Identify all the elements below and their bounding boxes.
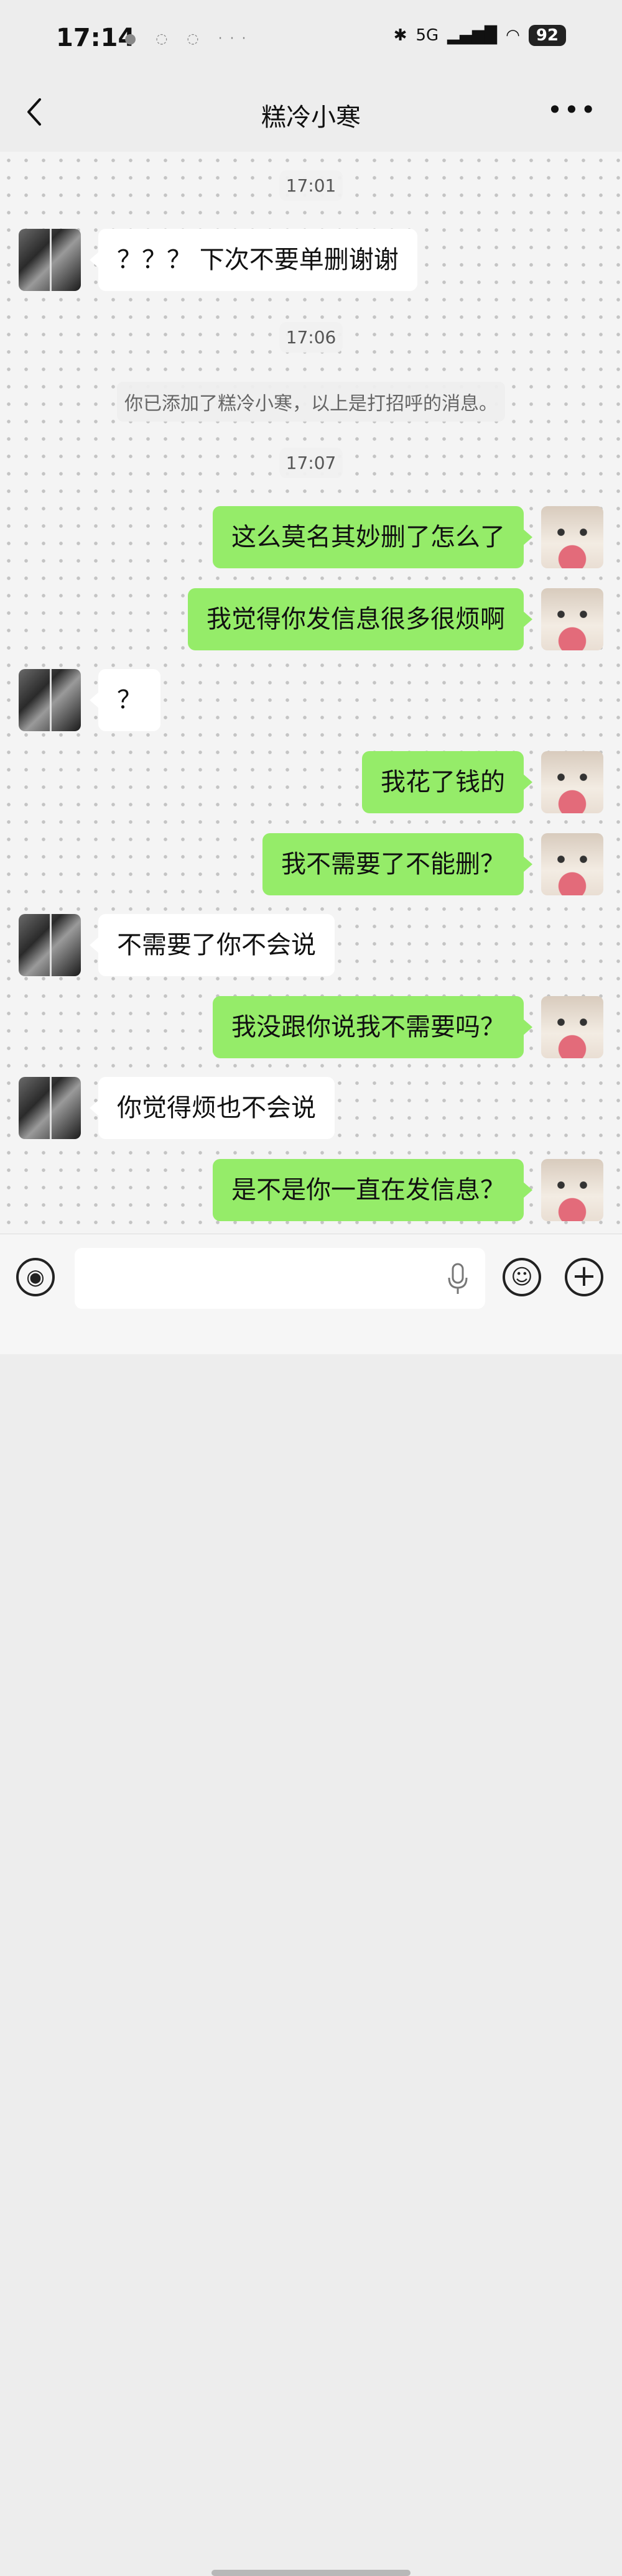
chat-area[interactable]: 17:01 ？？？ 下次不要单删谢谢 17:06 你已添加了糕冷小寒，以上是打招… (0, 152, 622, 1234)
peer-avatar[interactable] (19, 229, 81, 291)
input-bar: ◉ ☺ + (0, 1234, 622, 2576)
more-options-icon[interactable]: ••• (547, 95, 597, 125)
peer-message-bubble[interactable]: ？？？ 下次不要单删谢谢 (90, 229, 417, 291)
microphone-icon[interactable] (445, 1262, 470, 1296)
battery-level: 92 (528, 25, 566, 46)
self-avatar[interactable] (541, 1159, 603, 1221)
self-avatar[interactable] (541, 833, 603, 895)
message-timestamp: 17:07 (279, 448, 343, 478)
message-timestamp: 17:06 (279, 322, 343, 353)
peer-message-bubble[interactable]: 你觉得烦也不会说 (90, 1077, 335, 1139)
notification-icons: ● ◌ ◌ ··· (124, 31, 254, 47)
peer-avatar[interactable] (19, 1077, 81, 1139)
self-message-bubble[interactable]: 我没跟你说我不需要吗？ (213, 996, 532, 1058)
wifi-icon: ◠ (506, 26, 520, 45)
self-avatar[interactable] (541, 506, 603, 568)
chat-header: 糕冷小寒 ••• (0, 75, 622, 152)
self-message-bubble[interactable]: 我觉得你发信息很多很烦啊 (188, 588, 532, 650)
home-indicator[interactable] (211, 2570, 411, 2576)
self-avatar[interactable] (541, 751, 603, 813)
self-message-bubble[interactable]: 我不需要了不能删？ (262, 833, 532, 895)
self-avatar[interactable] (541, 996, 603, 1058)
chat-title: 糕冷小寒 (261, 103, 361, 132)
status-time: 17:14 (56, 24, 136, 52)
emoji-icon[interactable]: ☺ (503, 1258, 541, 1296)
status-bar: 17:14 ● ◌ ◌ ··· ✱ 5G ▂▄▆█ ◠ 92 (0, 0, 622, 75)
voice-input-icon[interactable]: ◉ (16, 1258, 55, 1296)
signal-icon: ▂▄▆█ (447, 26, 498, 45)
peer-avatar[interactable] (19, 669, 81, 731)
self-message-bubble[interactable]: 这么莫名其妙删了怎么了 (213, 506, 532, 568)
bluetooth-icon: ✱ (393, 26, 407, 45)
peer-message-bubble[interactable]: 不需要了你不会说 (90, 914, 335, 976)
self-message-bubble[interactable]: 我花了钱的 (362, 751, 532, 813)
status-indicators: ✱ 5G ▂▄▆█ ◠ 92 (394, 25, 566, 46)
system-notice: 你已添加了糕冷小寒，以上是打招呼的消息。 (117, 382, 505, 422)
add-attachment-icon[interactable]: + (565, 1258, 603, 1296)
peer-avatar[interactable] (19, 914, 81, 976)
self-avatar[interactable] (541, 588, 603, 650)
peer-message-bubble[interactable]: ？ (90, 669, 160, 731)
message-input[interactable] (75, 1248, 485, 1309)
network-label: 5G (415, 26, 439, 45)
self-message-bubble[interactable]: 是不是你一直在发信息？ (213, 1159, 532, 1221)
message-timestamp: 17:01 (279, 170, 343, 201)
